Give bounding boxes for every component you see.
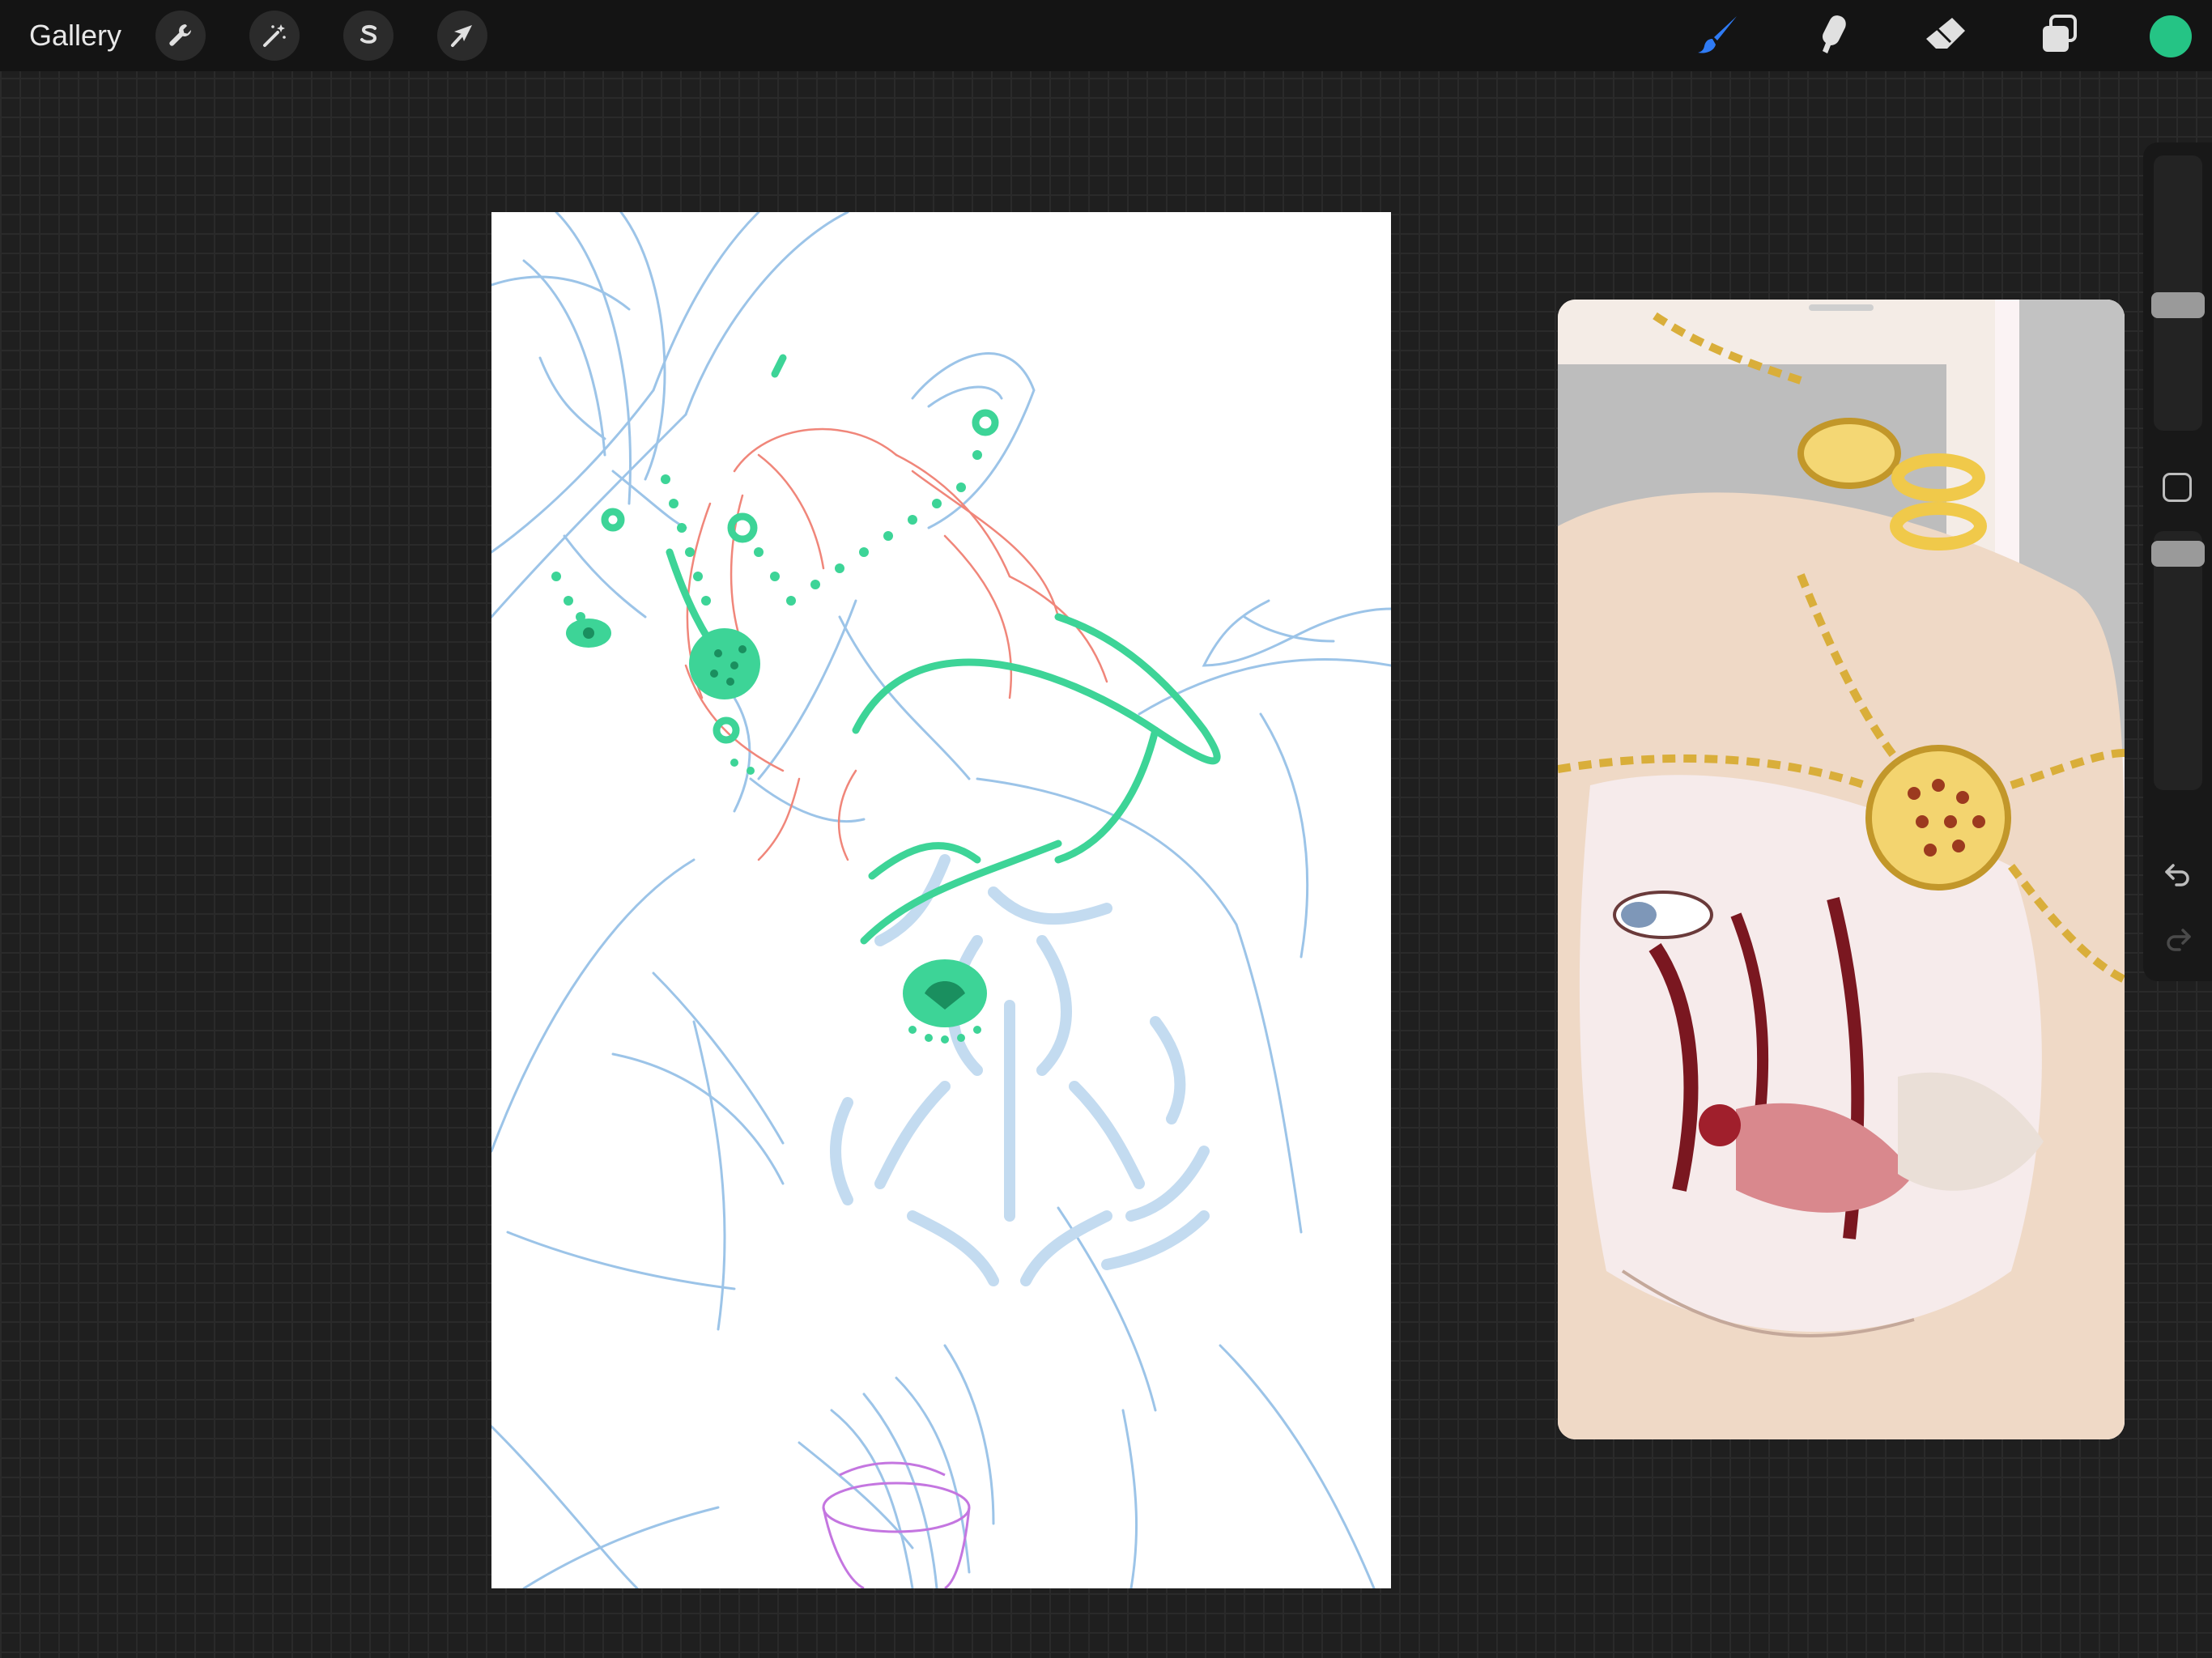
eraser-button[interactable] — [1921, 13, 1970, 58]
layers-icon — [2043, 15, 2077, 52]
gallery-button[interactable]: Gallery — [29, 16, 121, 55]
reference-image — [1558, 300, 2125, 1439]
arrow-cursor-icon — [451, 25, 472, 47]
layers-button[interactable] — [2035, 13, 2083, 58]
square-modifier-icon[interactable] — [2163, 473, 2192, 502]
brush-icon — [1698, 16, 1737, 53]
drawing-canvas[interactable] — [491, 212, 1391, 1588]
brush-size-thumb[interactable] — [2151, 292, 2205, 318]
selection-button[interactable] — [343, 11, 393, 61]
adjustments-button[interactable] — [249, 11, 300, 61]
selection-s-icon — [360, 24, 377, 44]
top-toolbar: Gallery — [0, 0, 2212, 71]
transform-button[interactable] — [437, 11, 487, 61]
reference-window[interactable] — [1558, 300, 2125, 1439]
color-picker-button[interactable] — [2150, 15, 2192, 57]
undo-button[interactable] — [2158, 853, 2198, 894]
brush-opacity-thumb[interactable] — [2151, 541, 2205, 567]
reference-window-handle[interactable] — [1809, 304, 1874, 311]
smudge-icon — [1823, 15, 1846, 53]
brush-opacity-slider[interactable] — [2151, 531, 2205, 790]
redo-icon — [2167, 929, 2191, 951]
brush-size-slider[interactable] — [2151, 155, 2205, 431]
sketch-artwork — [491, 212, 1391, 1588]
wrench-icon — [169, 24, 191, 46]
brush-button[interactable] — [1695, 13, 1743, 58]
eraser-icon — [1926, 18, 1965, 49]
smudge-button[interactable] — [1808, 13, 1857, 58]
sidebar — [2143, 142, 2212, 981]
magic-wand-icon — [263, 24, 286, 47]
actions-button[interactable] — [155, 11, 206, 61]
undo-icon — [2165, 864, 2189, 886]
redo-button[interactable] — [2158, 918, 2198, 959]
